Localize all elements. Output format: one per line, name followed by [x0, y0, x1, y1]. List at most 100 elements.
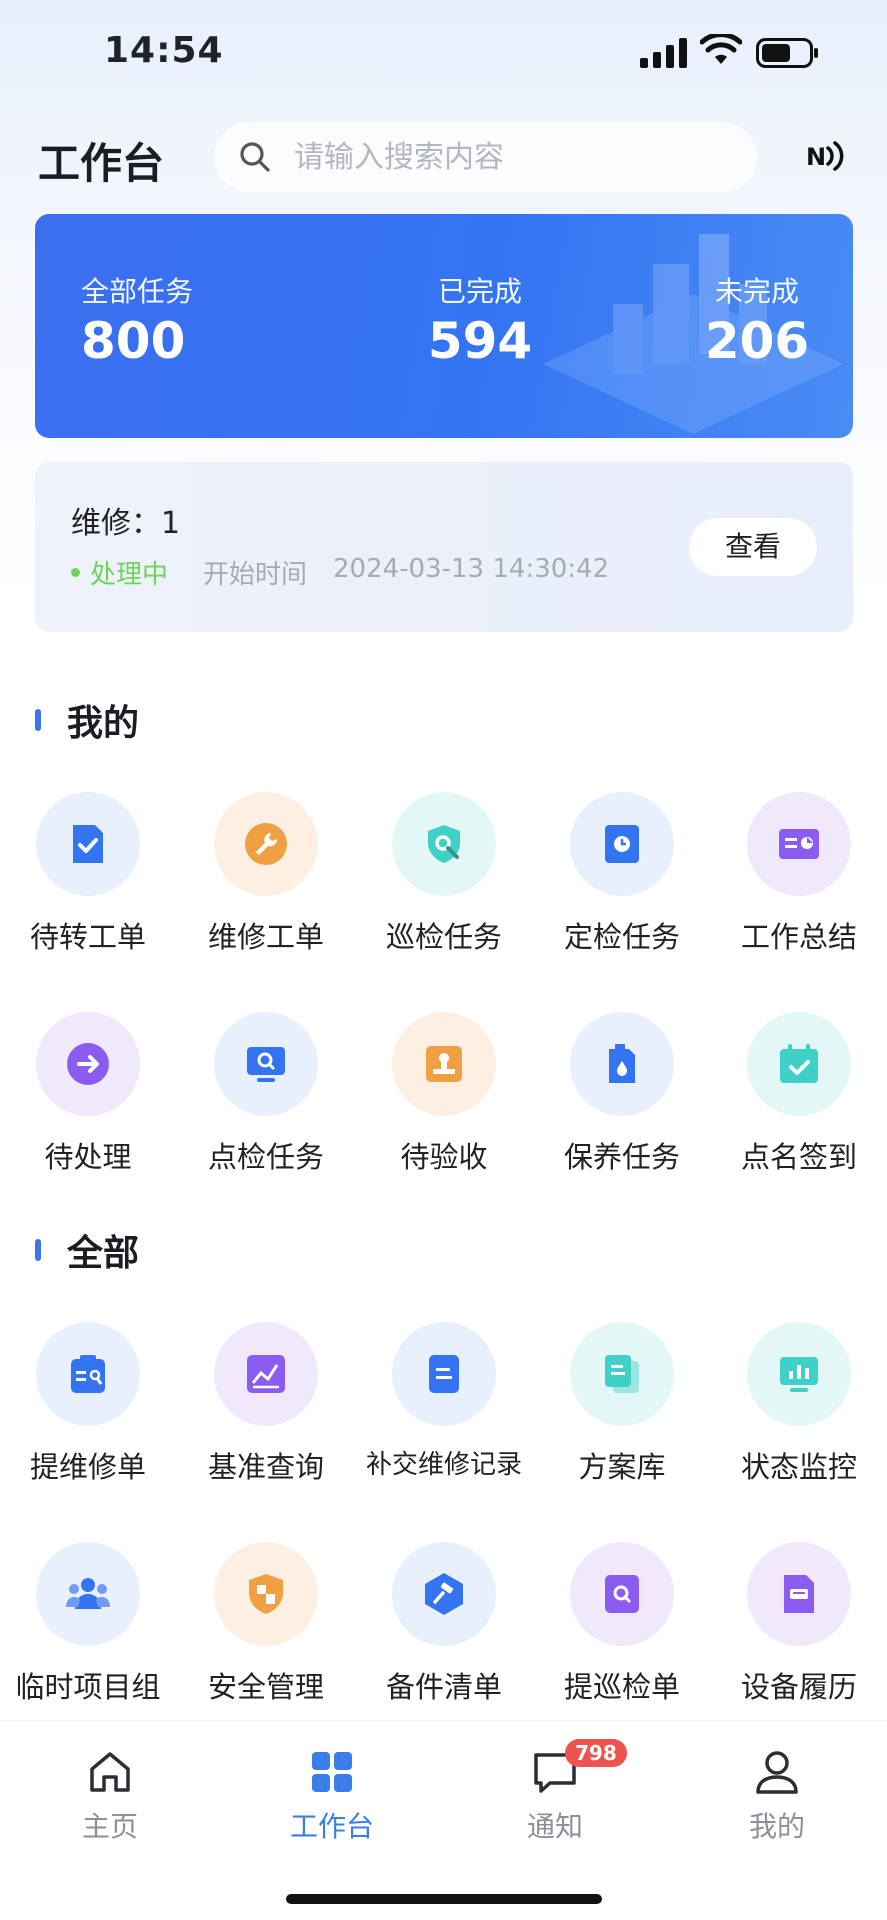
nav-label-notice: 通知 [526, 1810, 583, 1843]
section-mine-label: 我的 [67, 703, 140, 744]
security-shield-icon [214, 1542, 318, 1646]
grid-item-pending-transfer[interactable]: 待转工单 [0, 792, 176, 956]
section-all-label: 全部 [67, 1233, 140, 1274]
grid-label: 状态监控 [740, 1450, 857, 1484]
grid-item-spot-check[interactable]: 点检任务 [178, 1012, 354, 1176]
grid-label: 待处理 [44, 1140, 132, 1174]
grid-item-submit-repair[interactable]: 提维修单 [0, 1322, 176, 1486]
wrench-icon [214, 792, 318, 896]
grid-item-safety-management[interactable]: 安全管理 [178, 1542, 354, 1706]
clipboard-wrench-icon [36, 1322, 140, 1426]
signal-icon [640, 38, 687, 68]
nav-item-home[interactable]: 主页 [50, 1747, 170, 1845]
stacked-docs-icon [570, 1322, 674, 1426]
stat-total-value: 800 [81, 312, 186, 370]
battery-icon [756, 38, 818, 68]
grid-label: 设备履历 [740, 1670, 857, 1704]
task-time-label: 开始时间 [203, 560, 308, 590]
grid-label: 提维修单 [29, 1450, 146, 1484]
nfc-icon[interactable]: N [806, 136, 850, 176]
grid-label: 方案库 [578, 1450, 666, 1484]
repair-task-card: 维修：1 处理中 开始时间 2024-03-13 14:30:42 查看 [35, 462, 853, 632]
task-title: 维修：1 [71, 506, 181, 541]
shield-search-icon [392, 792, 496, 896]
status-bar: 14:54 [0, 0, 887, 100]
oil-can-icon [570, 1012, 674, 1116]
grid-label: 工作总结 [740, 920, 857, 954]
section-all-title: 全部 [35, 1224, 139, 1276]
nav-label-home: 主页 [81, 1810, 138, 1843]
grid-item-periodic-task[interactable]: 定检任务 [534, 792, 710, 956]
grid-apps-icon [312, 1752, 352, 1792]
grid-item-plan-library[interactable]: 方案库 [534, 1322, 710, 1486]
section-marker [35, 709, 41, 731]
grid-label: 基准查询 [207, 1450, 324, 1484]
device-card-icon [747, 1542, 851, 1646]
svg-text:N: N [806, 143, 826, 171]
stat-done-value: 594 [427, 312, 533, 370]
view-button[interactable]: 查看 [689, 518, 817, 576]
page-title: 工作台 [38, 139, 165, 188]
search-icon [240, 142, 270, 172]
stat-undone-value: 206 [704, 312, 810, 370]
arrow-right-icon [36, 1012, 140, 1116]
nav-item-mine[interactable]: 我的 [717, 1747, 837, 1845]
search-doc-icon [570, 1542, 674, 1646]
grid-item-roll-call[interactable]: 点名签到 [711, 1012, 887, 1176]
grid-label: 保养任务 [563, 1140, 680, 1174]
grid-item-submit-inspection[interactable]: 提巡检单 [534, 1542, 710, 1706]
stamp-icon [392, 1012, 496, 1116]
grid-item-work-summary[interactable]: 工作总结 [711, 792, 887, 956]
monitor-search-icon [214, 1012, 318, 1116]
monitor-bars-icon [747, 1322, 851, 1426]
grid-item-maintenance-task[interactable]: 保养任务 [534, 1012, 710, 1176]
grid-item-pending[interactable]: 待处理 [0, 1012, 176, 1176]
status-dot-icon [71, 568, 80, 577]
grid-label: 待转工单 [29, 920, 146, 954]
doc-check-icon [36, 792, 140, 896]
summary-card-icon [747, 792, 851, 896]
header: 工作台 N [0, 120, 887, 194]
grid-label: 待验收 [400, 1140, 488, 1174]
grid-item-benchmark-query[interactable]: 基准查询 [178, 1322, 354, 1486]
grid-item-spare-parts[interactable]: 备件清单 [356, 1542, 532, 1706]
home-icon [90, 1752, 130, 1792]
chart-icon [214, 1322, 318, 1426]
grid-item-pending-acceptance[interactable]: 待验收 [356, 1012, 532, 1176]
grid-label: 备件清单 [385, 1670, 502, 1704]
grid-item-supplement-record[interactable]: 补交维修记录 [356, 1322, 532, 1481]
record-doc-icon [392, 1322, 496, 1426]
stat-total-label: 全部任务 [81, 275, 194, 308]
grid-label: 点检任务 [207, 1140, 324, 1174]
task-stats-card: 全部任务 800 已完成 594 未完成 206 [35, 214, 853, 438]
hexagon-tool-icon [392, 1542, 496, 1646]
grid-label: 巡检任务 [385, 920, 502, 954]
grid-label: 安全管理 [207, 1670, 324, 1704]
grid-item-temp-project-team[interactable]: 临时项目组 [0, 1542, 176, 1706]
team-icon [36, 1542, 140, 1646]
nav-item-workbench[interactable]: 工作台 [272, 1747, 392, 1845]
notice-badge: 798 [565, 1739, 627, 1767]
status-time: 14:54 [104, 30, 224, 71]
grid-item-repair-order[interactable]: 维修工单 [178, 792, 354, 956]
grid-label: 维修工单 [207, 920, 324, 954]
grid-label: 点名签到 [740, 1140, 857, 1174]
search-input[interactable] [294, 122, 734, 192]
section-mine-title: 我的 [35, 694, 139, 746]
search-box[interactable] [214, 122, 757, 192]
user-icon [756, 1751, 798, 1794]
grid-item-device-history[interactable]: 设备履历 [711, 1542, 887, 1706]
clock-doc-icon [570, 792, 674, 896]
grid-label: 定检任务 [563, 920, 680, 954]
stat-undone-label: 未完成 [714, 275, 799, 308]
nav-item-notice[interactable]: 798 通知 [495, 1739, 627, 1845]
task-status-label: 处理中 [90, 560, 169, 590]
grid-item-status-monitor[interactable]: 状态监控 [711, 1322, 887, 1486]
grid-label: 提巡检单 [563, 1670, 680, 1704]
stat-done-label: 已完成 [437, 275, 522, 308]
task-status: 处理中 [71, 554, 168, 591]
grid-item-inspection-task[interactable]: 巡检任务 [356, 792, 532, 956]
home-indicator[interactable] [286, 1894, 602, 1904]
task-time-value: 2024-03-13 14:30:42 [333, 554, 610, 584]
stat-undone: 未完成 206 [667, 270, 847, 370]
